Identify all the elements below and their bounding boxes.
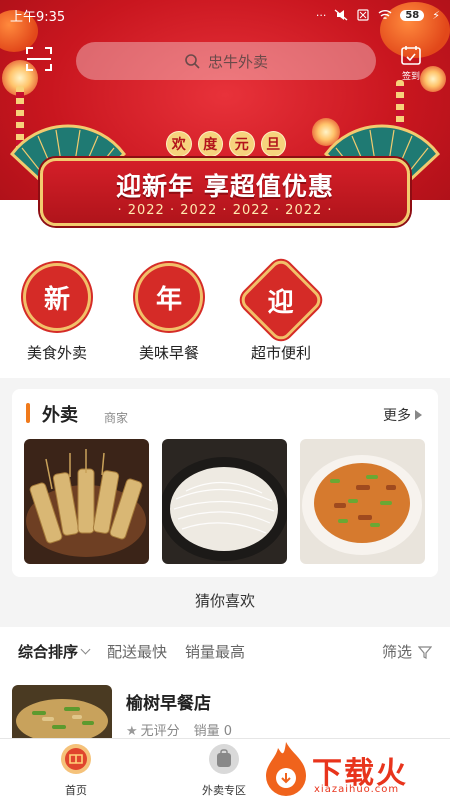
takeout-bag-icon xyxy=(209,744,239,774)
banner-title: 迎新年 享超值优惠 xyxy=(116,172,334,201)
flame-logo-icon xyxy=(266,742,306,796)
banner-pill-title: 欢 度 元 旦 xyxy=(166,131,286,157)
takeout-card: 外卖 商家 更多 xyxy=(12,389,438,577)
shop-name: 榆树早餐店 xyxy=(126,694,211,714)
signin-button[interactable]: 签到 xyxy=(394,44,428,84)
tab-takeout-zone[interactable]: 外卖专区 xyxy=(184,743,264,798)
category-badge: 迎 xyxy=(241,260,321,340)
tab-label: 外卖专区 xyxy=(202,784,246,797)
shop-rating: ★ 无评分 xyxy=(126,720,180,739)
food-image-noodles[interactable] xyxy=(162,439,287,564)
category-badge-char: 迎 xyxy=(267,287,295,318)
pill-char: 度 xyxy=(197,131,223,157)
sort-top-sales[interactable]: 销量最高 xyxy=(185,641,245,662)
star-icon: ★ xyxy=(126,724,138,739)
rating-text: 无评分 xyxy=(140,724,180,739)
shop-meta: ★ 无评分 销量 0 xyxy=(126,720,232,739)
sort-comprehensive[interactable]: 综合排序 xyxy=(18,641,91,662)
shop-sales: 销量 0 xyxy=(193,724,233,739)
more-link[interactable]: 更多 xyxy=(383,405,422,425)
pill-char: 旦 xyxy=(260,131,286,157)
watermark-url: xiazaihuo.com xyxy=(314,784,400,795)
sim-off-icon xyxy=(357,9,369,21)
search-bar[interactable]: 忠牛外卖 xyxy=(76,42,376,80)
sort-label: 销量最高 xyxy=(185,642,246,661)
chevron-down-icon xyxy=(80,644,91,654)
guess-you-like-heading: 猜你喜欢 xyxy=(194,592,255,610)
category-breakfast[interactable]: 年 美味早餐 xyxy=(124,266,214,363)
signin-label: 签到 xyxy=(401,72,420,82)
promo-banner[interactable]: 迎新年 享超值优惠 · 2022 · 2022 · 2022 · 2022 · xyxy=(40,158,410,226)
home-knot-icon xyxy=(61,744,91,774)
status-icons: ··· 58 ⚡ xyxy=(316,9,440,22)
sort-label: 配送最快 xyxy=(107,642,168,661)
category-label: 美味早餐 xyxy=(138,344,199,362)
section-title: 外卖 xyxy=(42,405,78,426)
category-row: 新 美食外卖 年 美味早餐 迎 超市便利 xyxy=(0,238,450,378)
search-icon xyxy=(185,54,200,69)
category-label: 美食外卖 xyxy=(26,344,87,362)
shop-thumbnail xyxy=(12,685,112,745)
section-subtitle: 商家 xyxy=(104,411,129,425)
filter-label: 筛选 xyxy=(381,643,412,661)
category-supermarket[interactable]: 迎 超市便利 xyxy=(236,260,326,363)
tab-home[interactable]: 首页 xyxy=(36,743,116,798)
calendar-check-icon xyxy=(401,46,421,65)
sort-bar: 综合排序 配送最快 销量最高 筛选 xyxy=(0,627,450,675)
pill-char: 元 xyxy=(229,131,255,157)
header-banner: 欢 度 元 旦 迎新年 享超值优惠 · 2022 · 2022 · 2022 ·… xyxy=(0,0,450,238)
battery-badge: 58 xyxy=(400,9,425,21)
sort-label: 综合排序 xyxy=(18,642,79,661)
category-badge: 年 xyxy=(138,266,200,328)
status-bar: 上午9:35 ··· 58 ⚡ xyxy=(0,0,450,30)
more-label: 更多 xyxy=(383,408,411,424)
section-accent-bar xyxy=(26,403,30,423)
category-food-takeout[interactable]: 新 美食外卖 xyxy=(12,266,102,363)
mute-icon xyxy=(334,9,348,21)
sort-fastest-delivery[interactable]: 配送最快 xyxy=(107,641,167,662)
filter-button[interactable]: 筛选 xyxy=(382,641,432,662)
food-image-skewers[interactable] xyxy=(24,439,149,564)
category-badge: 新 xyxy=(26,266,88,328)
wifi-icon xyxy=(378,10,392,20)
banner-years: · 2022 · 2022 · 2022 · 2022 · xyxy=(117,203,333,218)
signal-dots-icon: ··· xyxy=(315,8,327,22)
arrow-right-icon xyxy=(415,410,422,420)
shop-list-item[interactable]: 榆树早餐店 ★ 无评分 销量 0 xyxy=(0,675,450,745)
pill-char: 欢 xyxy=(166,131,192,157)
scan-icon[interactable] xyxy=(24,44,54,74)
search-placeholder: 忠牛外卖 xyxy=(207,52,268,71)
tab-label: 首页 xyxy=(65,784,87,797)
category-label: 超市便利 xyxy=(250,344,311,362)
charging-icon: ⚡ xyxy=(432,8,440,22)
filter-icon xyxy=(418,645,432,659)
watermark: 下载火 xiazaihuo.com xyxy=(262,740,450,800)
food-image-fried-rice[interactable] xyxy=(300,439,425,564)
status-time: 上午9:35 xyxy=(10,9,66,25)
